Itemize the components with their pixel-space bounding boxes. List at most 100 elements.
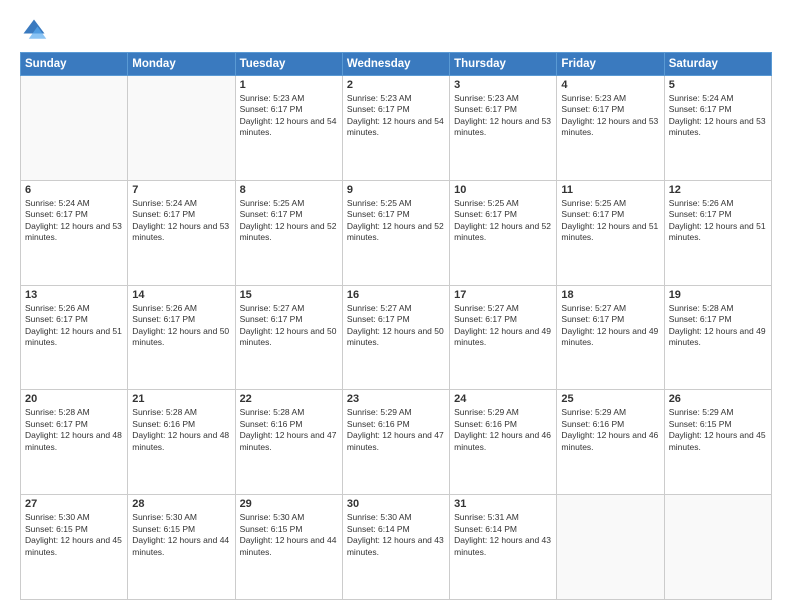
calendar-cell: 1Sunrise: 5:23 AM Sunset: 6:17 PM Daylig…	[235, 76, 342, 181]
day-number: 5	[669, 79, 767, 91]
day-info: Sunrise: 5:28 AM Sunset: 6:16 PM Dayligh…	[132, 407, 230, 453]
day-number: 28	[132, 498, 230, 510]
day-number: 20	[25, 393, 123, 405]
calendar-cell: 24 Sunrise: 5:29 AM Sunset: 6:16 PM Dayli…	[450, 390, 557, 495]
day-info: Sunrise: 5:29 AM Sunset: 6:15 PM Dayligh…	[669, 407, 767, 453]
day-number: 10	[454, 184, 552, 196]
day-number: 17	[454, 289, 552, 301]
day-number: 25	[561, 393, 659, 405]
day-number: 4	[561, 79, 659, 91]
calendar-cell: 28 Sunrise: 5:30 AM Sunset: 6:15 PM Dayli…	[128, 495, 235, 600]
weekday-header-thursday: Thursday	[450, 53, 557, 76]
day-number: 11	[561, 184, 659, 196]
calendar-cell: 4 Sunrise: 5:23 AM Sunset: 6:17 PM Daylig…	[557, 76, 664, 181]
calendar-cell: 3 Sunrise: 5:23 AM Sunset: 6:17 PM Daylig…	[450, 76, 557, 181]
week-row-1: 1Sunrise: 5:23 AM Sunset: 6:17 PM Daylig…	[21, 76, 772, 181]
calendar-cell: 30 Sunrise: 5:30 AM Sunset: 6:14 PM Dayli…	[342, 495, 449, 600]
calendar-cell: 22Sunrise: 5:28 AM Sunset: 6:16 PM Dayli…	[235, 390, 342, 495]
day-number: 3	[454, 79, 552, 91]
calendar-cell: 11 Sunrise: 5:25 AM Sunset: 6:17 PM Dayli…	[557, 180, 664, 285]
week-row-4: 20 Sunrise: 5:28 AM Sunset: 6:17 PM Dayli…	[21, 390, 772, 495]
weekday-header-sunday: Sunday	[21, 53, 128, 76]
day-number: 12	[669, 184, 767, 196]
calendar-cell: 6 Sunrise: 5:24 AM Sunset: 6:17 PM Daylig…	[21, 180, 128, 285]
day-number: 18	[561, 289, 659, 301]
day-info: Sunrise: 5:25 AM Sunset: 6:17 PM Dayligh…	[561, 198, 659, 244]
day-info: Sunrise: 5:29 AM Sunset: 6:16 PM Dayligh…	[347, 407, 445, 453]
day-info: Sunrise: 5:28 AM Sunset: 6:17 PM Dayligh…	[669, 303, 767, 349]
day-number: 19	[669, 289, 767, 301]
day-info: Sunrise: 5:24 AM Sunset: 6:17 PM Dayligh…	[669, 93, 767, 139]
day-info: Sunrise: 5:29 AM Sunset: 6:16 PM Dayligh…	[561, 407, 659, 453]
calendar-cell: 21 Sunrise: 5:28 AM Sunset: 6:16 PM Dayli…	[128, 390, 235, 495]
week-row-3: 13 Sunrise: 5:26 AM Sunset: 6:17 PM Dayli…	[21, 285, 772, 390]
calendar-cell: 12 Sunrise: 5:26 AM Sunset: 6:17 PM Dayli…	[664, 180, 771, 285]
day-number: 14	[132, 289, 230, 301]
weekday-header-friday: Friday	[557, 53, 664, 76]
day-number: 22	[240, 393, 338, 405]
calendar-cell: 7 Sunrise: 5:24 AM Sunset: 6:17 PM Daylig…	[128, 180, 235, 285]
calendar-cell: 5 Sunrise: 5:24 AM Sunset: 6:17 PM Daylig…	[664, 76, 771, 181]
day-info: Sunrise: 5:30 AM Sunset: 6:15 PM Dayligh…	[240, 512, 338, 558]
calendar-cell: 20 Sunrise: 5:28 AM Sunset: 6:17 PM Dayli…	[21, 390, 128, 495]
day-info: Sunrise: 5:27 AM Sunset: 6:17 PM Dayligh…	[347, 303, 445, 349]
calendar-cell: 8 Sunrise: 5:25 AM Sunset: 6:17 PM Daylig…	[235, 180, 342, 285]
day-info: Sunrise: 5:24 AM Sunset: 6:17 PM Dayligh…	[132, 198, 230, 244]
calendar-cell: 17 Sunrise: 5:27 AM Sunset: 6:17 PM Dayli…	[450, 285, 557, 390]
calendar-cell: 18Sunrise: 5:27 AM Sunset: 6:17 PM Dayli…	[557, 285, 664, 390]
day-info: Sunrise: 5:28 AM Sunset: 6:17 PM Dayligh…	[25, 407, 123, 453]
day-number: 30	[347, 498, 445, 510]
day-info: Sunrise: 5:23 AM Sunset: 6:17 PM Dayligh…	[561, 93, 659, 139]
week-row-5: 27 Sunrise: 5:30 AM Sunset: 6:15 PM Dayli…	[21, 495, 772, 600]
header	[20, 16, 772, 44]
day-info: Sunrise: 5:30 AM Sunset: 6:15 PM Dayligh…	[25, 512, 123, 558]
day-info: Sunrise: 5:30 AM Sunset: 6:15 PM Dayligh…	[132, 512, 230, 558]
day-info: Sunrise: 5:27 AM Sunset: 6:17 PM Dayligh…	[454, 303, 552, 349]
calendar-cell: 2 Sunrise: 5:23 AM Sunset: 6:17 PM Daylig…	[342, 76, 449, 181]
day-number: 6	[25, 184, 123, 196]
calendar-cell: 31Sunrise: 5:31 AM Sunset: 6:14 PM Dayli…	[450, 495, 557, 600]
weekday-header-saturday: Saturday	[664, 53, 771, 76]
day-number: 29	[240, 498, 338, 510]
calendar-cell	[21, 76, 128, 181]
day-info: Sunrise: 5:26 AM Sunset: 6:17 PM Dayligh…	[132, 303, 230, 349]
day-number: 21	[132, 393, 230, 405]
day-number: 7	[132, 184, 230, 196]
weekday-header-wednesday: Wednesday	[342, 53, 449, 76]
calendar-cell: 19 Sunrise: 5:28 AM Sunset: 6:17 PM Dayli…	[664, 285, 771, 390]
day-number: 8	[240, 184, 338, 196]
calendar-cell: 27 Sunrise: 5:30 AM Sunset: 6:15 PM Dayli…	[21, 495, 128, 600]
day-info: Sunrise: 5:23 AM Sunset: 6:17 PM Dayligh…	[347, 93, 445, 139]
day-number: 13	[25, 289, 123, 301]
weekday-header-monday: Monday	[128, 53, 235, 76]
calendar-cell	[557, 495, 664, 600]
day-number: 23	[347, 393, 445, 405]
day-info: Sunrise: 5:25 AM Sunset: 6:17 PM Dayligh…	[347, 198, 445, 244]
logo	[20, 16, 52, 44]
day-info: Sunrise: 5:29 AM Sunset: 6:16 PM Dayligh…	[454, 407, 552, 453]
day-number: 15	[240, 289, 338, 301]
day-info: Sunrise: 5:27 AM Sunset: 6:17 PM Dayligh…	[240, 303, 338, 349]
day-number: 16	[347, 289, 445, 301]
day-info: Sunrise: 5:30 AM Sunset: 6:14 PM Dayligh…	[347, 512, 445, 558]
day-number: 24	[454, 393, 552, 405]
calendar-cell: 13 Sunrise: 5:26 AM Sunset: 6:17 PM Dayli…	[21, 285, 128, 390]
calendar-cell: 10Sunrise: 5:25 AM Sunset: 6:17 PM Dayli…	[450, 180, 557, 285]
day-number: 26	[669, 393, 767, 405]
day-info: Sunrise: 5:25 AM Sunset: 6:17 PM Dayligh…	[240, 198, 338, 244]
day-info: Sunrise: 5:26 AM Sunset: 6:17 PM Dayligh…	[669, 198, 767, 244]
calendar-cell	[128, 76, 235, 181]
day-number: 27	[25, 498, 123, 510]
day-number: 31	[454, 498, 552, 510]
weekday-header-tuesday: Tuesday	[235, 53, 342, 76]
calendar-cell: 9Sunrise: 5:25 AM Sunset: 6:17 PM Daylig…	[342, 180, 449, 285]
calendar-cell: 16 Sunrise: 5:27 AM Sunset: 6:17 PM Dayli…	[342, 285, 449, 390]
logo-icon	[20, 16, 48, 44]
day-info: Sunrise: 5:24 AM Sunset: 6:17 PM Dayligh…	[25, 198, 123, 244]
day-number: 2	[347, 79, 445, 91]
day-info: Sunrise: 5:23 AM Sunset: 6:17 PM Dayligh…	[454, 93, 552, 139]
day-info: Sunrise: 5:26 AM Sunset: 6:17 PM Dayligh…	[25, 303, 123, 349]
calendar-cell: 29 Sunrise: 5:30 AM Sunset: 6:15 PM Dayli…	[235, 495, 342, 600]
week-row-2: 6 Sunrise: 5:24 AM Sunset: 6:17 PM Daylig…	[21, 180, 772, 285]
calendar-table: SundayMondayTuesdayWednesdayThursdayFrid…	[20, 52, 772, 600]
